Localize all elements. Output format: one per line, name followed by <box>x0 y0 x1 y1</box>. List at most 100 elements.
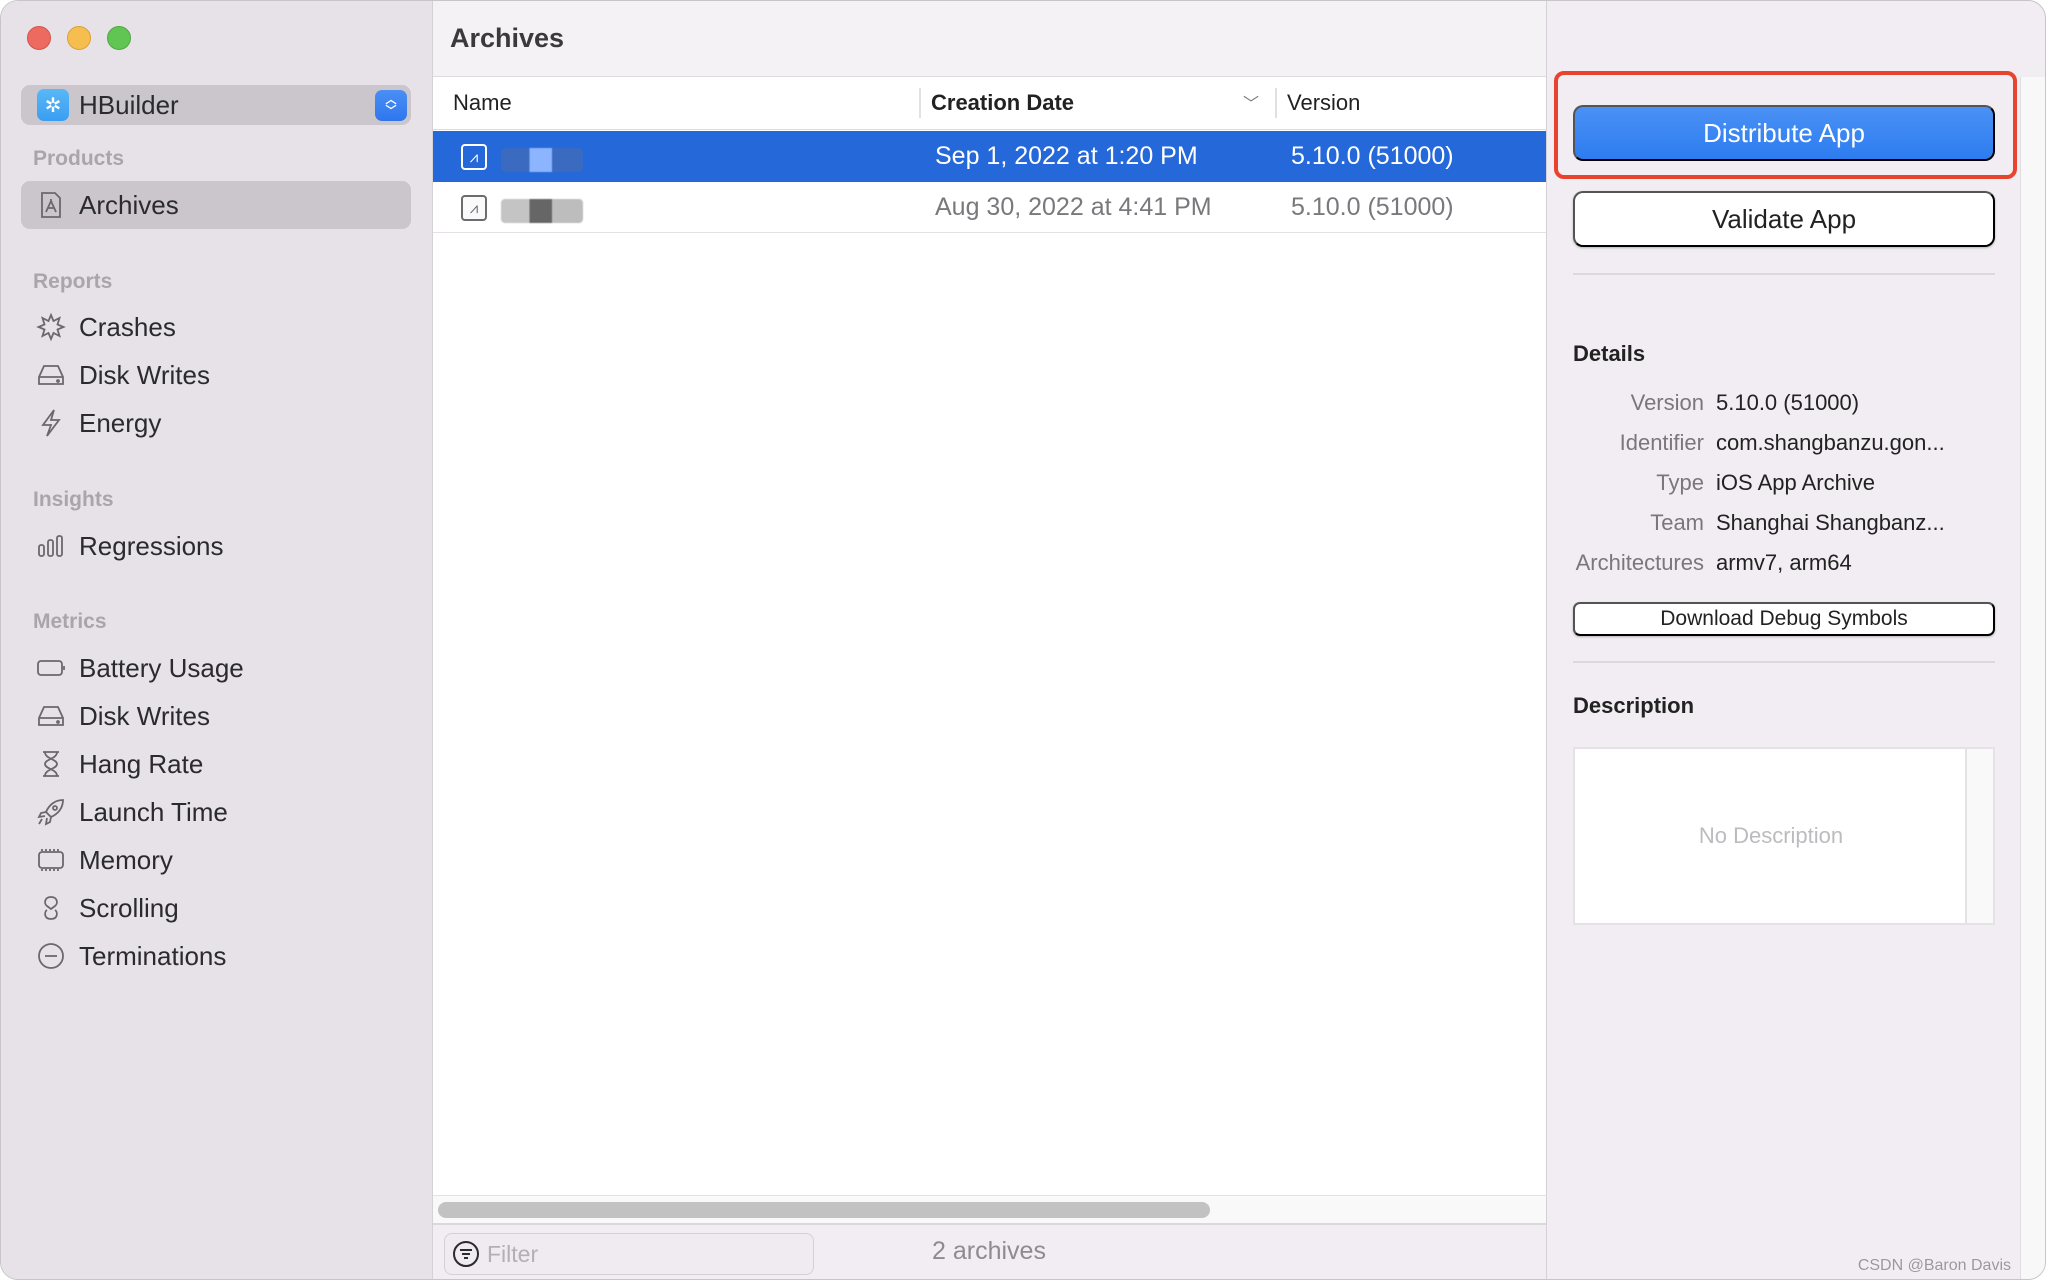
detail-identifier: Identifier com.shangbanzu.gon... <box>1573 430 2013 460</box>
archive-version: 5.10.0 (51000) <box>1291 142 1454 170</box>
scheme-selector-label: HBuilder <box>79 89 179 120</box>
sidebar-item-disk-writes[interactable]: Disk Writes <box>21 351 411 399</box>
archive-creation-date: Aug 30, 2022 at 4:41 PM <box>935 193 1212 221</box>
sidebar-item-memory[interactable]: Memory <box>21 836 411 884</box>
archive-version: 5.10.0 (51000) <box>1291 193 1454 221</box>
detail-value: iOS App Archive <box>1716 470 1875 495</box>
table-header: Name Creation Date ﹀ Version <box>433 78 1546 130</box>
table-row[interactable]: ⩘ Sep 1, 2022 at 1:20 PM 5.10.0 (51000) <box>433 131 1546 182</box>
sort-descending-chevron-icon[interactable]: ﹀ <box>1243 90 1259 114</box>
memory-chip-icon <box>35 844 67 876</box>
scheme-selector[interactable]: ✲ HBuilder ︿ ﹀ <box>21 85 411 125</box>
disk-drive-icon <box>35 700 67 732</box>
sidebar-item-launch-time[interactable]: Launch Time <box>21 788 411 836</box>
detail-key: Version <box>1630 390 1704 415</box>
sidebar-item-label: Disk Writes <box>79 359 210 390</box>
archive-creation-date: Sep 1, 2022 at 1:20 PM <box>935 142 1198 170</box>
section-products: Products <box>33 147 125 170</box>
detail-key: Team <box>1650 510 1704 535</box>
archives-list-pane: Archives Name Creation Date ﹀ Version ⩘ … <box>433 1 1547 1279</box>
sidebar-item-label: Energy <box>79 407 162 438</box>
detail-key: Architectures <box>1575 550 1704 575</box>
sidebar-item-crashes[interactable]: Crashes <box>21 303 411 351</box>
section-insights: Insights <box>33 488 114 511</box>
column-separator[interactable] <box>919 88 921 118</box>
inspector-pane: Distribute App Validate App Details Vers… <box>1548 1 2020 1279</box>
sidebar-item-hang-rate[interactable]: Hang Rate <box>21 740 411 788</box>
sidebar-item-label: Launch Time <box>79 796 228 827</box>
close-window-button[interactable] <box>27 26 51 50</box>
horizontal-scrollbar[interactable] <box>433 1195 1546 1223</box>
sidebar-item-metrics-disk-writes[interactable]: Disk Writes <box>21 692 411 740</box>
sidebar: ✲ HBuilder ︿ ﹀ Products Archives Reports … <box>1 1 433 1279</box>
zoom-window-button[interactable] <box>107 26 131 50</box>
section-metrics: Metrics <box>33 610 107 633</box>
horizontal-scrollbar-thumb[interactable] <box>438 1202 1210 1218</box>
rocket-icon <box>35 796 67 828</box>
disk-drive-icon <box>35 359 67 391</box>
sidebar-item-label: Scrolling <box>79 892 179 923</box>
archive-count: 2 archives <box>932 1237 1046 1265</box>
bolt-icon <box>35 407 67 439</box>
sidebar-item-label: Memory <box>79 844 173 875</box>
divider <box>1573 661 1995 663</box>
section-reports: Reports <box>33 270 113 293</box>
table-row[interactable]: ⩘ Aug 30, 2022 at 4:41 PM 5.10.0 (51000) <box>433 182 1546 233</box>
sidebar-item-energy[interactable]: Energy <box>21 399 411 447</box>
filter-icon <box>453 1241 479 1267</box>
detail-team: Team Shanghai Shangbanz... <box>1573 510 2013 540</box>
column-separator[interactable] <box>1275 88 1277 118</box>
sidebar-item-label: Terminations <box>79 940 227 971</box>
xcode-organizer-window: ✲ HBuilder ︿ ﹀ Products Archives Reports … <box>0 0 2046 1280</box>
detail-key: Type <box>1656 470 1704 495</box>
sidebar-item-battery-usage[interactable]: Battery Usage <box>21 644 411 692</box>
detail-type: Type iOS App Archive <box>1573 470 2013 500</box>
minus-circle-icon <box>35 940 67 972</box>
sidebar-item-scrolling[interactable]: Scrolling <box>21 884 411 932</box>
app-archive-icon: ⩘ <box>461 195 487 221</box>
app-archive-icon: ⩘ <box>461 144 487 170</box>
filter-field[interactable] <box>444 1233 814 1275</box>
sidebar-item-archives[interactable]: Archives <box>21 181 411 229</box>
hourglass-icon <box>35 748 67 780</box>
distribute-app-button[interactable]: Distribute App <box>1573 105 1995 161</box>
crash-burst-icon <box>35 311 67 343</box>
description-textarea[interactable]: No Description <box>1573 747 1995 925</box>
scroll-icon <box>35 892 67 924</box>
description-placeholder: No Description <box>1698 823 1844 848</box>
sidebar-item-label: Crashes <box>79 311 176 342</box>
bottom-bar: 2 archives <box>433 1223 1546 1279</box>
hbuilder-app-icon: ✲ <box>37 89 69 121</box>
watermark: CSDN @Baron Davis <box>1857 1257 2011 1274</box>
sidebar-item-terminations[interactable]: Terminations <box>21 932 411 980</box>
bars-icon <box>35 530 67 562</box>
detail-value: com.shangbanzu.gon... <box>1716 430 1945 455</box>
sidebar-item-label: Regressions <box>79 530 224 561</box>
sidebar-item-label: Archives <box>79 189 179 220</box>
filter-input[interactable] <box>487 1240 787 1268</box>
sidebar-item-label: Battery Usage <box>79 652 244 683</box>
sidebar-item-label: Disk Writes <box>79 700 210 731</box>
page-title: Archives <box>450 23 565 53</box>
description-scrollbar[interactable] <box>1965 749 1993 923</box>
column-header-creation-date[interactable]: Creation Date <box>931 90 1074 116</box>
minimize-window-button[interactable] <box>67 26 91 50</box>
battery-icon <box>35 652 67 684</box>
detail-value: armv7, arm64 <box>1716 550 1852 575</box>
detail-architectures: Architectures armv7, arm64 <box>1573 550 2013 580</box>
detail-value: Shanghai Shangbanz... <box>1716 510 1945 535</box>
chevron-up-down-icon[interactable]: ︿ ﹀ <box>375 90 407 121</box>
detail-value: 5.10.0 (51000) <box>1716 390 1860 415</box>
download-debug-symbols-button[interactable]: Download Debug Symbols <box>1573 602 1995 636</box>
main-header: Archives <box>433 1 1546 77</box>
detail-version: Version 5.10.0 (51000) <box>1573 390 2013 420</box>
divider <box>1573 273 1995 275</box>
sidebar-item-regressions[interactable]: Regressions <box>21 522 411 570</box>
column-header-name[interactable]: Name <box>453 90 512 116</box>
description-heading: Description <box>1573 693 1695 718</box>
column-header-version[interactable]: Version <box>1287 90 1360 116</box>
inspector-edge <box>2020 77 2045 1279</box>
archive-icon <box>35 189 67 221</box>
validate-app-button[interactable]: Validate App <box>1573 191 1995 247</box>
sidebar-item-label: Hang Rate <box>79 748 204 779</box>
